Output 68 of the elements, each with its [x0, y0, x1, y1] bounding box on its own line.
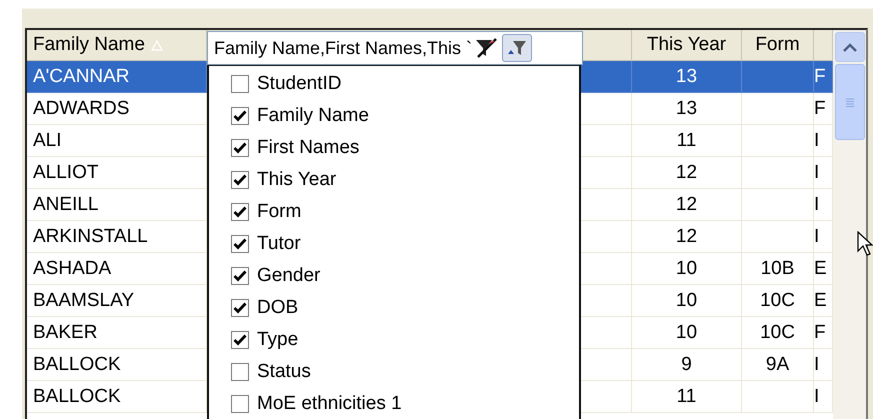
table-cell: F: [814, 98, 826, 120]
table-cell: 10B: [760, 258, 794, 280]
table-cell: BAKER: [33, 322, 98, 344]
table-cell: 13: [676, 66, 698, 88]
checkbox-label[interactable]: MoE ethnicities 1: [257, 393, 402, 415]
table-cell: I: [814, 386, 820, 408]
table-cell: E: [814, 290, 827, 312]
checkbox-label[interactable]: Type: [257, 329, 298, 351]
table-cell: F: [814, 322, 826, 344]
checkbox-label[interactable]: First Names: [257, 137, 360, 159]
table-cell: A'CANNAR: [33, 66, 130, 88]
table-cell: ADWARDS: [33, 98, 130, 120]
table-cell: 12: [676, 162, 698, 184]
checkbox-label[interactable]: Gender: [257, 265, 320, 287]
table-cell: 10: [676, 290, 698, 312]
checkbox[interactable]: [231, 363, 249, 381]
checkbox-label[interactable]: Form: [257, 201, 302, 223]
table-cell: 9A: [766, 354, 790, 376]
checkbox[interactable]: [231, 75, 249, 93]
checkbox[interactable]: [231, 395, 249, 413]
checkbox[interactable]: [231, 139, 249, 157]
checkbox-label[interactable]: DOB: [257, 297, 298, 319]
checkbox-label[interactable]: This Year: [257, 169, 336, 191]
table-cell: E: [814, 258, 827, 280]
table-cell: I: [814, 194, 820, 216]
vertical-scrollbar[interactable]: [833, 30, 866, 419]
checkbox-label[interactable]: Family Name: [257, 105, 369, 127]
table-cell: 12: [676, 226, 698, 248]
scroll-up-button[interactable]: [834, 32, 864, 62]
table-cell: I: [814, 354, 820, 376]
checkbox[interactable]: [231, 107, 249, 125]
checkbox[interactable]: [231, 299, 249, 317]
checkbox-label[interactable]: Tutor: [257, 233, 301, 255]
funnel-icon: [506, 39, 528, 57]
table-cell: I: [814, 226, 820, 248]
table-cell: BALLOCK: [33, 386, 121, 408]
table-cell: 12: [676, 194, 698, 216]
table-cell: I: [814, 162, 820, 184]
clear-filter-icon[interactable]: [474, 37, 498, 59]
table-cell: 10C: [760, 290, 795, 312]
table-cell: 10C: [760, 322, 795, 344]
table-cell: ANEILL: [33, 194, 98, 216]
checkbox[interactable]: [231, 171, 249, 189]
table-cell: ALI: [33, 130, 62, 152]
table-cell: I: [814, 130, 820, 152]
table-cell: ARKINSTALL: [33, 226, 148, 248]
scroll-thumb[interactable]: [834, 64, 864, 140]
table-cell: BALLOCK: [33, 354, 121, 376]
table-cell: 11: [676, 386, 696, 408]
grip-icon: [844, 97, 854, 107]
table-cell: F: [814, 66, 826, 88]
checkbox-label[interactable]: StudentID: [257, 73, 342, 95]
checkbox[interactable]: [231, 267, 249, 285]
table-cell: 10: [676, 258, 698, 280]
column-chooser-dropdown-menu[interactable]: Family Name,First Names,This `: [207, 31, 583, 65]
table-cell: 13: [676, 98, 698, 120]
filter-button[interactable]: [502, 34, 532, 62]
checkbox[interactable]: [231, 331, 249, 349]
table-cell: 11: [676, 130, 696, 152]
table-cell: 9: [681, 354, 692, 376]
checkbox[interactable]: [231, 203, 249, 221]
checkbox[interactable]: [231, 235, 249, 253]
chevron-up-icon: [842, 42, 856, 52]
checkbox-label[interactable]: Status: [257, 361, 311, 383]
table-cell: 10: [676, 322, 698, 344]
table-cell: BAAMSLAY: [33, 290, 134, 312]
table-cell: ALLIOT: [33, 162, 98, 184]
table-cell: ASHADA: [33, 258, 112, 280]
